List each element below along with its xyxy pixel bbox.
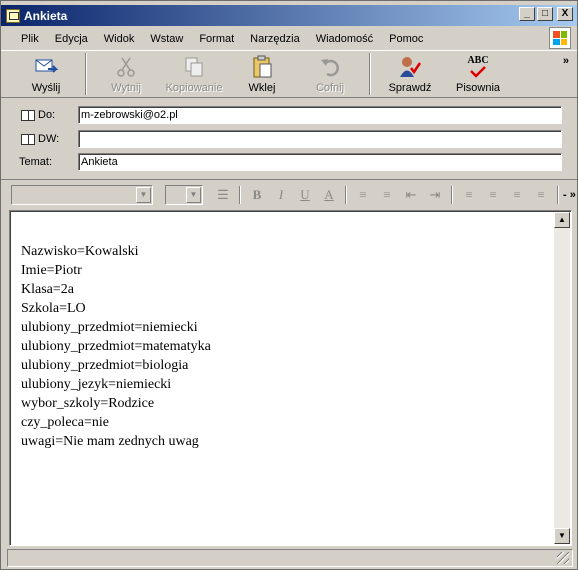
toolbar-more-button[interactable]: » (563, 55, 569, 67)
to-field-label[interactable]: Do: (21, 109, 55, 121)
menu-edycja[interactable]: Edycja (47, 33, 96, 45)
menu-pomoc[interactable]: Pomoc (381, 33, 431, 45)
align-right-icon[interactable]: ≡ (507, 185, 527, 205)
decrease-indent-icon[interactable]: ⇤ (401, 185, 421, 205)
chevron-down-icon: ▼ (186, 186, 201, 203)
body-line: czy_poleca=nie (21, 415, 109, 430)
send-label: Wyślij (31, 82, 61, 94)
menu-widok[interactable]: Widok (96, 33, 143, 45)
resize-grip-icon[interactable] (557, 552, 569, 564)
formatting-toolbar: ▼ ▼ ☰ B I U A ≡ ≡ ⇤ ⇥ ≡ ≡ ≡ ≡ - » (1, 179, 577, 209)
format-separator (451, 185, 453, 204)
send-button[interactable]: Wyślij (15, 51, 77, 97)
scissors-icon (113, 55, 139, 79)
clipboard-icon (249, 55, 275, 79)
copy-icon (181, 55, 207, 79)
body-line: ulubiony_jezyk=niemiecki (21, 377, 172, 392)
check-names-label: Sprawdź (388, 82, 432, 94)
envelope-icon (6, 8, 20, 23)
italic-button[interactable]: I (271, 185, 291, 205)
cc-field[interactable] (78, 130, 562, 148)
chevron-down-icon: ▼ (136, 186, 151, 203)
cc-label-text: DW: (38, 133, 60, 145)
undo-icon (317, 55, 343, 79)
check-names-icon (397, 55, 423, 79)
bold-button[interactable]: B (247, 185, 267, 205)
format-separator (239, 185, 241, 204)
body-line: wybor_szkoly=Rodzice (21, 396, 155, 411)
undo-button[interactable]: Cofnij (299, 51, 361, 97)
format-more-button[interactable]: - » (563, 189, 576, 201)
spelling-button[interactable]: ABC Pisownia (447, 51, 509, 97)
align-left-icon[interactable]: ≡ (459, 185, 479, 205)
mail-compose-window: Ankieta _ □ X Plik Edycja Widok Wstaw Fo… (0, 0, 578, 570)
body-line: Nazwisko=Kowalski (21, 244, 139, 259)
spelling-label: Pisownia (455, 82, 501, 94)
body-line: uwagi=Nie mam zednych uwag (21, 434, 199, 449)
paragraph-style-icon[interactable]: ☰ (213, 185, 233, 205)
spellcheck-icon: ABC (465, 55, 491, 79)
toolbar-separator (85, 53, 87, 95)
window-title: Ankieta (24, 8, 68, 23)
paste-button[interactable]: Wklej (231, 51, 293, 97)
increase-indent-icon[interactable]: ⇥ (425, 185, 445, 205)
body-line: ulubiony_przedmiot=biologia (21, 358, 189, 373)
maximize-button[interactable]: □ (537, 7, 553, 21)
align-center-icon[interactable]: ≡ (483, 185, 503, 205)
subject-row: Temat: Ankieta (1, 151, 577, 173)
status-bar (7, 549, 573, 567)
copy-button[interactable]: Kopiowanie (163, 51, 225, 97)
menu-bar: Plik Edycja Widok Wstaw Format Narzędzia… (1, 29, 577, 49)
address-book-icon (21, 109, 35, 121)
message-body: Nazwisko=Kowalski Imie=Piotr Klasa=2a Sz… (21, 242, 211, 451)
toolbar-separator (369, 53, 371, 95)
justify-icon[interactable]: ≡ (531, 185, 551, 205)
subject-field[interactable]: Ankieta (78, 153, 562, 171)
paste-label: Wklej (248, 82, 276, 94)
body-line: Klasa=2a (21, 282, 74, 297)
menu-wstaw[interactable]: Wstaw (142, 33, 191, 45)
format-separator (557, 185, 559, 204)
font-name-select[interactable]: ▼ (11, 184, 153, 205)
format-separator (345, 185, 347, 204)
undo-label: Cofnij (315, 82, 345, 94)
address-book-icon (21, 133, 35, 145)
send-icon (33, 55, 59, 79)
main-toolbar: Wyślij Wytnij Kopiowanie Wklej Cofnij Sp… (1, 50, 577, 98)
numbered-list-icon[interactable]: ≡ (353, 185, 373, 205)
close-button[interactable]: X (557, 7, 573, 21)
message-body-editor[interactable]: Nazwisko=Kowalski Imie=Piotr Klasa=2a Sz… (9, 210, 572, 546)
menu-wiadomosc[interactable]: Wiadomość (308, 33, 381, 45)
scroll-up-button[interactable]: ▲ (554, 212, 570, 228)
menu-plik[interactable]: Plik (13, 33, 47, 45)
title-bar[interactable]: Ankieta _ □ X (1, 5, 577, 26)
cc-row: DW: (1, 128, 577, 150)
scroll-down-button[interactable]: ▼ (554, 528, 570, 544)
to-label-text: Do: (38, 109, 56, 121)
windows-logo-icon (549, 27, 571, 49)
font-size-select[interactable]: ▼ (165, 184, 203, 205)
cut-label: Wytnij (111, 82, 141, 94)
spellcheck-icon-text: ABC (467, 55, 489, 66)
underline-button[interactable]: U (295, 185, 315, 205)
to-field[interactable]: m-zebrowski@o2.pl (78, 106, 562, 124)
check-names-button[interactable]: Sprawdź (379, 51, 441, 97)
copy-label: Kopiowanie (165, 82, 223, 94)
body-line: ulubiony_przedmiot=matematyka (21, 339, 211, 354)
subject-label: Temat: (19, 156, 53, 168)
menu-format[interactable]: Format (191, 33, 242, 45)
vertical-scrollbar[interactable]: ▲ ▼ (554, 212, 570, 544)
window-controls: _ □ X (519, 7, 573, 21)
minimize-button[interactable]: _ (519, 7, 535, 21)
bulleted-list-icon[interactable]: ≡ (377, 185, 397, 205)
cut-button[interactable]: Wytnij (95, 51, 157, 97)
menu-narzedzia[interactable]: Narzędzia (242, 33, 308, 45)
to-row: Do: m-zebrowski@o2.pl (1, 104, 577, 126)
body-line: Imie=Piotr (21, 263, 82, 278)
body-line: Szkola=LO (21, 301, 86, 316)
cc-field-label[interactable]: DW: (21, 133, 59, 145)
font-color-button[interactable]: A (319, 185, 339, 205)
body-line: ulubiony_przedmiot=niemiecki (21, 320, 198, 335)
